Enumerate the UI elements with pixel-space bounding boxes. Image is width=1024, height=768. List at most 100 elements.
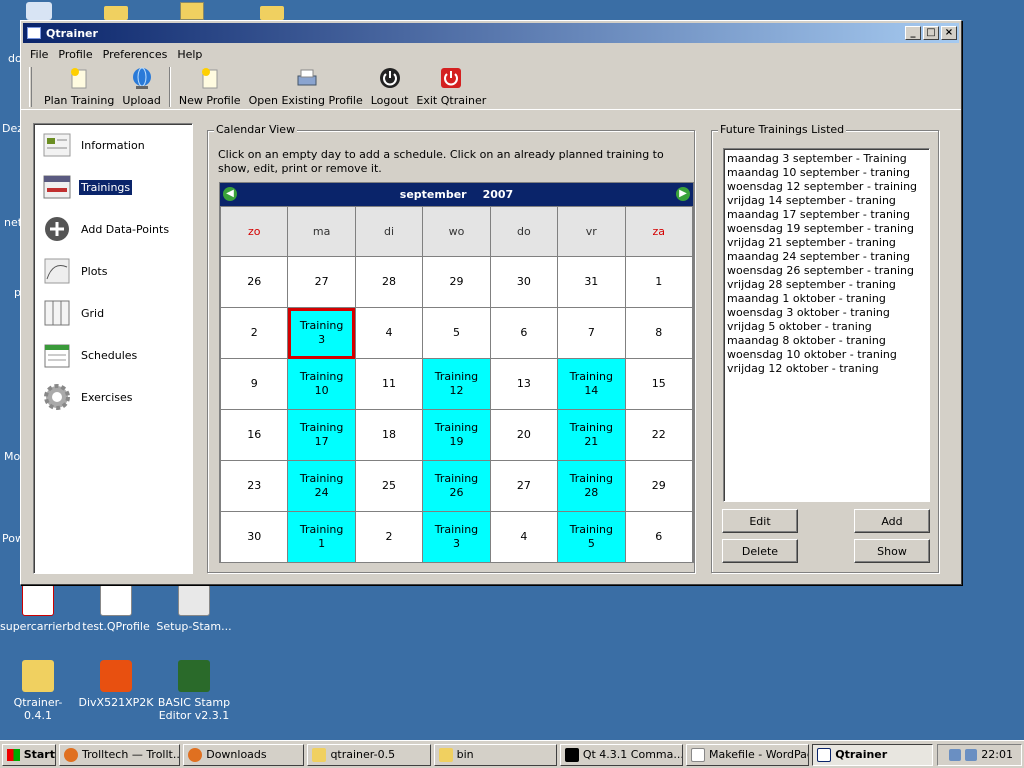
taskbar-item-bin[interactable]: bin (433, 743, 557, 766)
minimize-button[interactable]: _ (905, 26, 921, 40)
calendar-day[interactable]: 25 (354, 460, 424, 512)
future-training-item[interactable]: maandag 24 september - traning (727, 250, 926, 264)
calendar-day-training[interactable]: Training 28 (557, 460, 626, 512)
calendar-day[interactable]: 29 (624, 460, 694, 512)
calendar-day[interactable]: 26 (219, 256, 289, 308)
calendar-day[interactable]: 23 (219, 460, 289, 512)
nav-item-trainings[interactable]: Trainings (34, 166, 192, 208)
nav-item-information[interactable]: Information (34, 124, 192, 166)
nav-item-exercises[interactable]: Exercises (34, 376, 192, 418)
nav-item-add-data-points[interactable]: Add Data-Points (34, 208, 192, 250)
nav-item-grid[interactable]: Grid (34, 292, 192, 334)
delete-button[interactable]: Delete (722, 539, 798, 563)
calendar-day[interactable]: 20 (489, 409, 559, 461)
zip-folder-icon[interactable] (180, 2, 204, 20)
maximize-button[interactable]: □ (923, 26, 939, 40)
calendar-day[interactable]: 4 (489, 511, 559, 563)
desktop-icon-test-qprofile[interactable]: test.QProfile (78, 584, 154, 633)
calendar-day[interactable]: 11 (354, 358, 424, 410)
calendar-day[interactable]: 31 (557, 256, 626, 308)
exit-qtrainer-button[interactable]: Exit Qtrainer (412, 65, 490, 109)
desktop-icon-supercarrierbd[interactable]: supercarrierbd (0, 584, 81, 633)
calendar-day[interactable]: 30 (219, 511, 289, 563)
taskbar-item-wordpad[interactable]: Makefile - WordPad (686, 743, 810, 766)
menu-profile[interactable]: Profile (53, 48, 97, 61)
calendar-day-training[interactable]: Training 17 (287, 409, 356, 461)
calendar-day[interactable]: 18 (354, 409, 424, 461)
calendar-day[interactable]: 16 (219, 409, 289, 461)
close-button[interactable]: × (941, 26, 957, 40)
calendar-day-training[interactable]: Training 14 (557, 358, 626, 410)
nav-item-plots[interactable]: Plots (34, 250, 192, 292)
arrow-right-icon[interactable]: ▶ (676, 187, 690, 201)
calendar-day[interactable]: 22 (624, 409, 694, 461)
desktop-icon-partial[interactable] (26, 2, 52, 20)
calendar-day[interactable]: 6 (624, 511, 694, 563)
calendar-day[interactable]: 2 (219, 307, 289, 359)
future-trainings-list[interactable]: maandag 3 september - Training maandag 10… (723, 148, 930, 502)
upload-button[interactable]: Upload (118, 65, 165, 109)
calendar-day-training[interactable]: Training 24 (287, 460, 356, 512)
nav-item-schedules[interactable]: Schedules (34, 334, 192, 376)
desktop-icon-divx[interactable]: DivX521XP2K (78, 660, 154, 709)
add-button[interactable]: Add (854, 509, 930, 533)
tray-display-icon[interactable] (965, 748, 978, 761)
calendar-day[interactable]: 15 (624, 358, 694, 410)
folder-icon[interactable] (260, 6, 284, 20)
menu-help[interactable]: Help (172, 48, 207, 61)
calendar-day[interactable]: 1 (624, 256, 694, 308)
calendar-day-training[interactable]: Training 3 (287, 307, 356, 359)
future-training-item[interactable]: vrijdag 5 oktober - traning (727, 320, 926, 334)
future-training-item[interactable]: maandag 17 september - traning (727, 208, 926, 222)
calendar-day[interactable]: 6 (489, 307, 559, 359)
future-training-item[interactable]: maandag 3 september - Training (727, 152, 926, 166)
new-profile-button[interactable]: New Profile (175, 65, 245, 109)
taskbar-item-qtrainer-folder[interactable]: qtrainer-0.5 (307, 743, 431, 766)
future-training-item[interactable]: vrijdag 28 september - traning (727, 278, 926, 292)
open-existing-profile-button[interactable]: Open Existing Profile (245, 65, 367, 109)
tray-network-icon[interactable] (949, 748, 962, 761)
edit-button[interactable]: Edit (722, 509, 798, 533)
desktop-icon-qtrainer-folder[interactable]: Qtrainer-0.4.1 (0, 660, 76, 722)
taskbar-item-downloads[interactable]: Downloads (183, 743, 305, 766)
title-bar[interactable]: Qtrainer _ □ × (23, 23, 959, 43)
calendar-day[interactable]: 4 (354, 307, 424, 359)
show-button[interactable]: Show (854, 539, 930, 563)
toolbar-grip[interactable] (29, 66, 32, 107)
logout-button[interactable]: Logout (367, 65, 413, 109)
calendar-day[interactable]: 13 (489, 358, 559, 410)
calendar-day[interactable]: 29 (422, 256, 491, 308)
calendar-day-training[interactable]: Training 5 (557, 511, 626, 563)
start-button[interactable]: Start (2, 743, 56, 766)
taskbar-item-qt-command[interactable]: Qt 4.3.1 Comma... (559, 743, 684, 766)
calendar-day-training[interactable]: Training 19 (422, 409, 491, 461)
future-training-item[interactable]: vrijdag 14 september - traning (727, 194, 926, 208)
calendar-day[interactable]: 7 (557, 307, 626, 359)
calendar-day[interactable]: 9 (219, 358, 289, 410)
calendar-day-training[interactable]: Training 3 (422, 511, 491, 563)
menu-preferences[interactable]: Preferences (98, 48, 173, 61)
calendar-day-training[interactable]: Training 26 (422, 460, 491, 512)
calendar-day[interactable]: 5 (422, 307, 491, 359)
future-training-item[interactable]: vrijdag 12 oktober - traning (727, 362, 926, 376)
calendar-day[interactable]: 8 (624, 307, 694, 359)
plan-training-button[interactable]: Plan Training (40, 65, 118, 109)
desktop-icon-basic-stamp[interactable]: BASIC Stamp Editor v2.3.1 (156, 660, 232, 722)
future-training-item[interactable]: vrijdag 21 september - traning (727, 236, 926, 250)
calendar-day-training[interactable]: Training 10 (287, 358, 356, 410)
future-training-item[interactable]: woensdag 10 oktober - traning (727, 348, 926, 362)
taskbar-item-qtrainer[interactable]: Qtrainer (812, 743, 934, 766)
desktop-icon-setup[interactable]: Setup-Stam... (156, 584, 232, 633)
calendar-day[interactable]: 2 (354, 511, 424, 563)
folder-icon[interactable] (104, 6, 128, 20)
arrow-left-icon[interactable]: ◀ (223, 187, 237, 201)
future-training-item[interactable]: woensdag 26 september - traning (727, 264, 926, 278)
future-training-item[interactable]: maandag 10 september - traning (727, 166, 926, 180)
future-training-item[interactable]: woensdag 12 september - training (727, 180, 926, 194)
calendar-day-training[interactable]: Training 21 (557, 409, 626, 461)
calendar-day[interactable]: 28 (354, 256, 424, 308)
future-training-item[interactable]: woensdag 19 september - traning (727, 222, 926, 236)
future-training-item[interactable]: woensdag 3 oktober - traning (727, 306, 926, 320)
future-training-item[interactable]: maandag 1 oktober - traning (727, 292, 926, 306)
menu-file[interactable]: File (25, 48, 53, 61)
